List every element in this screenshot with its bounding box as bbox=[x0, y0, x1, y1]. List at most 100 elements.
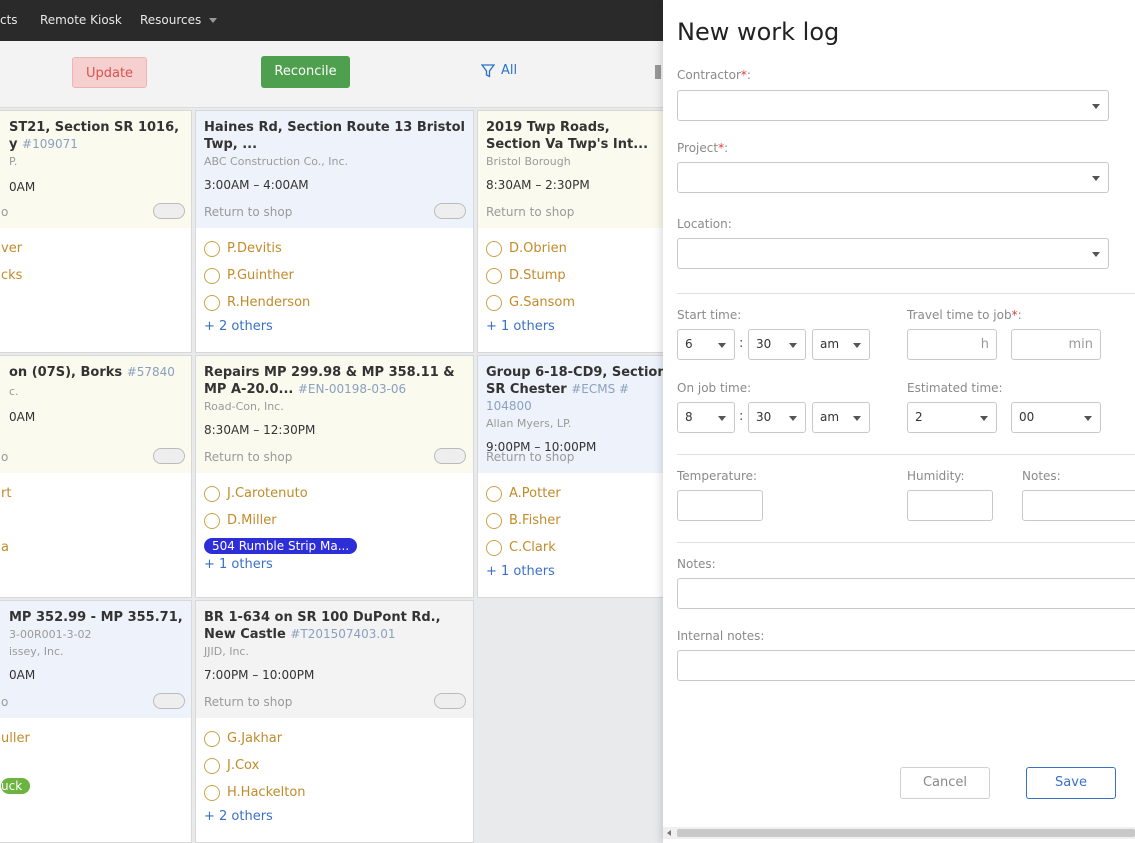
onjob-ampm-select[interactable]: am bbox=[812, 402, 870, 433]
section-divider bbox=[677, 293, 1135, 294]
crew-member[interactable]: J.Carotenuto bbox=[204, 480, 357, 507]
job-card[interactable]: BR 1-634 on SR 100 DuPont Rd., New Castl… bbox=[195, 600, 474, 843]
job-card[interactable]: on (07S), Borks #57840 c. 0AM o rt a bbox=[0, 355, 192, 598]
chevron-down-icon bbox=[853, 416, 861, 421]
internal-notes-input[interactable] bbox=[677, 650, 1135, 681]
horizontal-scrollbar[interactable] bbox=[663, 827, 1135, 839]
crew-list: G.Jakhar J.Cox H.Hackelton + 2 others bbox=[204, 725, 306, 824]
card-return-label: Return to shop bbox=[486, 205, 575, 219]
humidity-input[interactable] bbox=[907, 490, 993, 521]
crew-member[interactable]: R.Henderson bbox=[204, 289, 310, 316]
start-minute-select[interactable]: 30 bbox=[748, 329, 806, 360]
nav-item-projects[interactable]: cts bbox=[0, 13, 18, 27]
card-company: issey, Inc. bbox=[9, 645, 64, 658]
crew-member[interactable]: uller bbox=[1, 725, 30, 752]
crew-member[interactable]: A.Potter bbox=[486, 480, 561, 507]
crew-member[interactable]: J.Cox bbox=[204, 752, 306, 779]
view-toggle[interactable] bbox=[655, 65, 661, 79]
travel-hours-input[interactable]: h bbox=[907, 329, 997, 360]
crew-member[interactable]: P.Guinther bbox=[204, 262, 310, 289]
job-card[interactable]: Repairs MP 299.98 & MP 358.11 & MP A-20.… bbox=[195, 355, 474, 598]
cancel-button[interactable]: Cancel bbox=[900, 767, 990, 799]
more-crew-link[interactable]: + 1 others bbox=[486, 564, 561, 579]
equipment-tag[interactable]: uck bbox=[1, 778, 31, 794]
filter-button[interactable]: All bbox=[481, 63, 517, 78]
minutes-unit: min bbox=[1068, 337, 1093, 352]
card-time: 0AM bbox=[9, 668, 36, 682]
crew-member[interactable]: a bbox=[1, 534, 11, 561]
return-toggle[interactable] bbox=[434, 448, 466, 464]
crew-member[interactable]: rt bbox=[1, 480, 11, 507]
return-toggle[interactable] bbox=[434, 203, 466, 219]
job-card[interactable]: Group 6-18-CD9, Section SR Chester #ECMS… bbox=[477, 355, 677, 598]
card-header: Haines Rd, Section Route 13 Bristol Twp,… bbox=[196, 111, 473, 228]
more-crew-link[interactable]: + 2 others bbox=[204, 319, 310, 334]
card-number: 3-00R001-3-02 bbox=[9, 628, 92, 641]
scroll-left-icon[interactable] bbox=[667, 830, 671, 836]
project-select[interactable] bbox=[677, 162, 1109, 193]
return-toggle[interactable] bbox=[153, 203, 185, 219]
label-colon: : bbox=[1017, 308, 1022, 322]
crew-member[interactable]: C.Clark bbox=[486, 534, 561, 561]
chevron-down-icon bbox=[1092, 176, 1100, 181]
crew-member[interactable] bbox=[1, 507, 11, 534]
return-toggle[interactable] bbox=[153, 693, 185, 709]
crew-name: B.Fisher bbox=[509, 513, 561, 528]
notes-input[interactable] bbox=[677, 578, 1135, 609]
crew-member[interactable]: P.Devitis bbox=[204, 235, 310, 262]
onjob-hour-select[interactable]: 8 bbox=[677, 402, 735, 433]
card-time: 8:30AM – 12:30PM bbox=[204, 423, 316, 437]
crew-name: G.Sansom bbox=[509, 295, 576, 310]
card-company: P. bbox=[9, 155, 18, 168]
crew-name: G.Jakhar bbox=[227, 731, 283, 746]
more-crew-link[interactable]: + 2 others bbox=[204, 809, 306, 824]
equipment-tag[interactable]: 504 Rumble Strip Ma... bbox=[204, 538, 358, 554]
nav-item-remote-kiosk[interactable]: Remote Kiosk bbox=[40, 13, 122, 27]
crew-member[interactable]: G.Sansom bbox=[486, 289, 575, 316]
onjob-minute-select[interactable]: 30 bbox=[748, 402, 806, 433]
chevron-down-icon bbox=[789, 416, 797, 421]
reconcile-button[interactable]: Reconcile bbox=[261, 56, 350, 88]
card-title: 2019 Twp Roads, Section Va Twp's Int... bbox=[486, 120, 649, 152]
return-toggle[interactable] bbox=[434, 693, 466, 709]
avatar-icon bbox=[486, 240, 502, 257]
estimated-hours-select[interactable]: 2 bbox=[907, 402, 997, 433]
humidity-label: Humidity: bbox=[907, 469, 965, 483]
temperature-input[interactable] bbox=[677, 490, 763, 521]
job-card[interactable]: 2019 Twp Roads, Section Va Twp's Int... … bbox=[477, 110, 677, 353]
crew-member[interactable]: G.Jakhar bbox=[204, 725, 306, 752]
more-crew-link[interactable]: + 1 others bbox=[486, 319, 575, 334]
crew-member[interactable]: H.Hackelton bbox=[204, 779, 306, 806]
crew-member[interactable]: D.Obrien bbox=[486, 235, 575, 262]
location-select[interactable] bbox=[677, 238, 1109, 269]
update-button[interactable]: Update bbox=[72, 57, 147, 88]
job-card[interactable]: MP 352.99 - MP 355.71, 3-00R001-3-02 iss… bbox=[0, 600, 192, 843]
section-divider bbox=[677, 542, 1135, 543]
job-card[interactable]: Haines Rd, Section Route 13 Bristol Twp,… bbox=[195, 110, 474, 353]
crew-member[interactable]: ver bbox=[1, 235, 22, 262]
contractor-select[interactable] bbox=[677, 90, 1109, 121]
crew-member[interactable]: D.Stump bbox=[486, 262, 575, 289]
crew-name: rt bbox=[1, 486, 12, 501]
start-hour-select[interactable]: 6 bbox=[677, 329, 735, 360]
location-label: Location: bbox=[677, 217, 732, 231]
start-ampm-select[interactable]: am bbox=[812, 329, 870, 360]
card-number: #EN-00198-03-06 bbox=[297, 382, 407, 396]
crew-member[interactable]: B.Fisher bbox=[486, 507, 561, 534]
nav-item-resources[interactable]: Resources bbox=[140, 13, 218, 27]
job-card[interactable]: ST21, Section SR 1016, y #109071 P. 0AM o… bbox=[0, 110, 192, 353]
start-time-label: Start time: bbox=[677, 308, 742, 322]
scrollbar-thumb[interactable] bbox=[677, 829, 1135, 837]
project-label-text: Project bbox=[677, 141, 719, 155]
crew-member[interactable]: D.Miller bbox=[204, 507, 357, 534]
return-toggle[interactable] bbox=[153, 448, 185, 464]
weather-notes-input[interactable] bbox=[1022, 490, 1135, 521]
card-number: #109071 bbox=[22, 137, 78, 151]
card-return-label: o bbox=[1, 695, 9, 709]
card-return-label: o bbox=[1, 450, 9, 464]
crew-member[interactable]: cks bbox=[1, 262, 22, 289]
estimated-minutes-select[interactable]: 00 bbox=[1011, 402, 1101, 433]
travel-minutes-input[interactable]: min bbox=[1011, 329, 1101, 360]
save-button[interactable]: Save bbox=[1026, 767, 1116, 799]
more-crew-link[interactable]: + 1 others bbox=[204, 557, 357, 572]
